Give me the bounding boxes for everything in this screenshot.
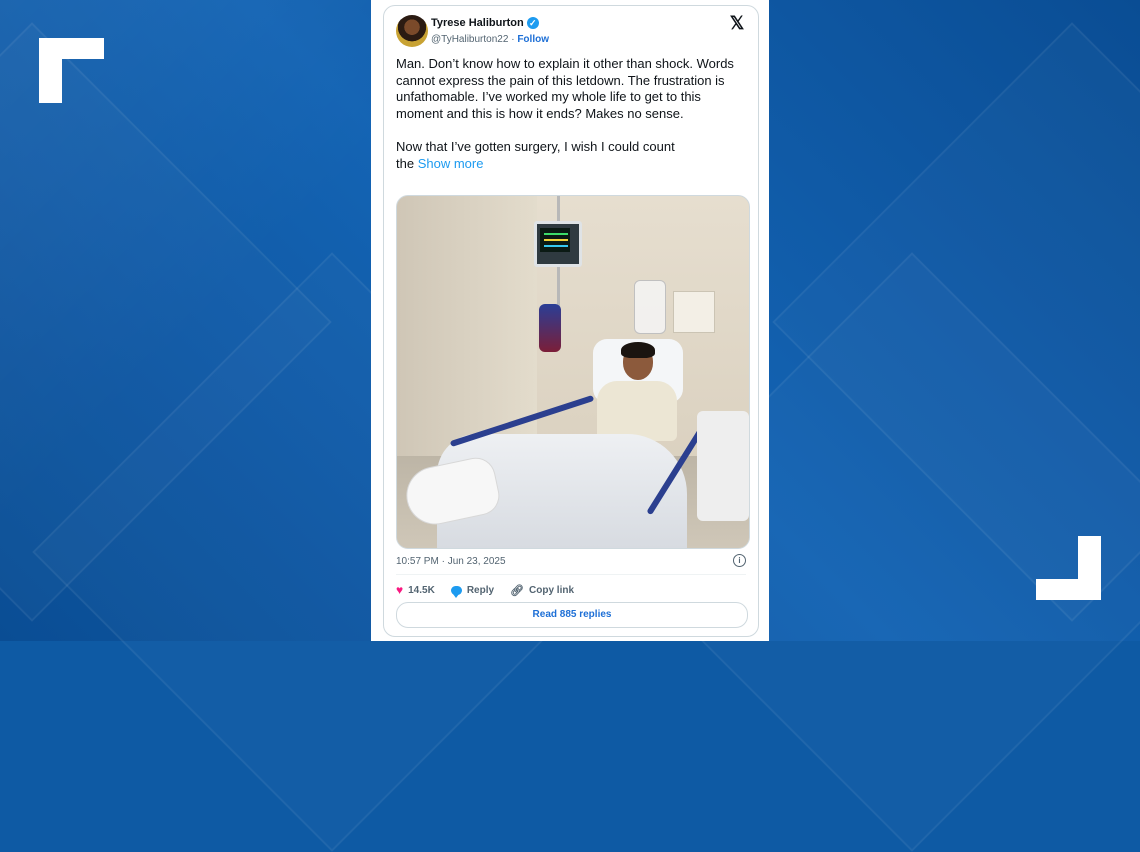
- like-button[interactable]: ♥ 14.5K: [396, 584, 435, 596]
- tweet-actions: ♥ 14.5K Reply 🔗︎ Copy link: [396, 582, 590, 598]
- monitor-trace: [544, 233, 568, 235]
- copy-link-button[interactable]: 🔗︎ Copy link: [510, 584, 574, 597]
- reply-icon: [450, 585, 462, 598]
- author-handle[interactable]: @TyHaliburton22: [431, 34, 508, 45]
- hospital-gown: [597, 381, 677, 441]
- monitor-trace: [544, 239, 568, 241]
- reply-button[interactable]: Reply: [450, 584, 495, 598]
- like-count: 14.5K: [408, 584, 435, 596]
- x-logo-icon[interactable]: 𝕏: [728, 14, 746, 32]
- medical-equipment: [697, 411, 749, 521]
- iv-bag: [634, 280, 666, 334]
- heart-icon: ♥: [396, 583, 404, 597]
- verified-badge-icon: ✓: [526, 17, 539, 29]
- tweet-embed: Tyrese Haliburton ✓ @TyHaliburton22 · Fo…: [371, 0, 769, 641]
- link-icon: 🔗︎: [510, 584, 525, 597]
- author-name-row[interactable]: Tyrese Haliburton ✓: [431, 17, 539, 29]
- show-more-link[interactable]: Show more: [418, 156, 484, 171]
- reply-label: Reply: [466, 584, 495, 596]
- follow-button[interactable]: Follow: [517, 34, 549, 45]
- monitor-trace: [544, 245, 568, 247]
- wall-panel: [673, 291, 715, 333]
- divider: [396, 574, 746, 575]
- monitor-screen: [540, 228, 570, 252]
- handle-row: @TyHaliburton22 · Follow: [431, 34, 549, 45]
- author-name[interactable]: Tyrese Haliburton: [431, 17, 524, 29]
- hanging-bag: [539, 304, 561, 352]
- tweet-body: Man. Don’t know how to explain it other …: [396, 56, 734, 171]
- read-replies-button[interactable]: Read 885 replies: [396, 602, 748, 628]
- tweet-card: Tyrese Haliburton ✓ @TyHaliburton22 · Fo…: [383, 5, 759, 637]
- copy-link-label: Copy link: [529, 584, 575, 596]
- vital-signs-monitor: [534, 221, 582, 267]
- avatar[interactable]: [396, 15, 428, 47]
- person-hair: [621, 342, 655, 358]
- separator: ·: [511, 34, 515, 45]
- tweet-text: Man. Don’t know how to explain it other …: [396, 56, 746, 172]
- tweet-photo[interactable]: [396, 195, 750, 549]
- info-icon[interactable]: i: [733, 554, 746, 567]
- tweet-timestamp[interactable]: 10:57 PM · Jun 23, 2025: [396, 556, 506, 567]
